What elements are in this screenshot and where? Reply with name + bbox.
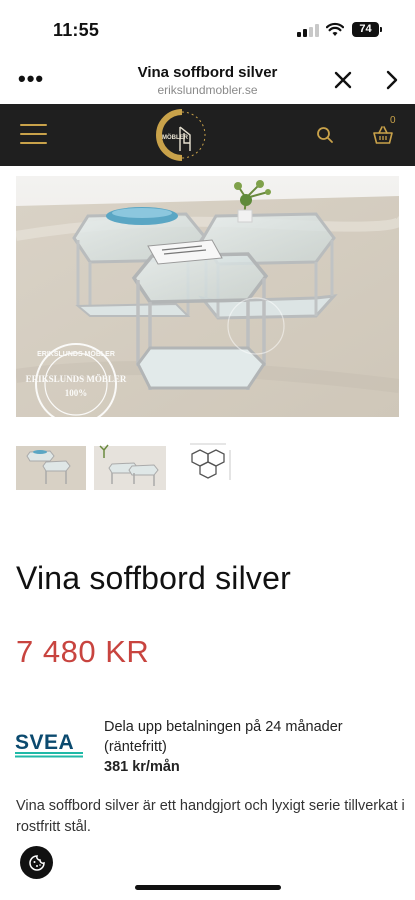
financing-line-2: (räntefritt) [104,739,167,755]
svea-logo: SVEA [15,731,83,758]
watermark-top-text: ERIKSLUNDS MÖBLER [37,349,115,358]
thumbnail-image[interactable] [94,436,166,496]
svea-logo-text: SVEA [15,731,74,754]
shopping-basket-icon[interactable] [372,125,394,145]
hamburger-menu-icon[interactable] [20,123,47,145]
logo-text: MÖBLER [162,134,189,141]
thumbnail-image[interactable] [16,436,86,496]
wifi-icon [326,22,344,36]
product-title: Vina soffbord silver [16,560,291,596]
search-icon[interactable] [316,126,334,144]
status-bar: 11:55 74 [0,0,415,56]
chevron-right-icon[interactable] [384,70,400,90]
cookie-icon [28,854,45,871]
cellular-signal-icon [297,24,319,37]
cookie-settings-button[interactable] [20,846,53,879]
browser-header: ••• Vina soffbord silver erikslundmobler… [0,56,415,104]
site-header: MÖBLER [0,104,415,166]
site-logo[interactable]: MÖBLER [150,107,214,163]
product-description: Vina soffbord silver är ett handgjort oc… [16,798,405,835]
thumbnail-image[interactable] [174,436,244,496]
status-time: 11:55 [53,20,100,40]
product-main-image[interactable]: ERIKSLUNDS MÖBLER ERIKSLUNDS MÖBLER 100% [16,176,399,417]
financing-info: Dela upp betalningen på 24 månader (ränt… [104,717,394,777]
watermark-middle-text: ERIKSLUNDS MÖBLER [26,374,127,384]
close-icon[interactable] [333,70,353,90]
watermark-bottom-text: 100% [65,388,88,398]
product-price: 7 480 KR [16,634,150,669]
home-indicator [135,885,281,890]
cart-count: 0 [390,115,396,126]
battery-indicator: 74 [352,22,382,37]
coffee-table-photo: ERIKSLUNDS MÖBLER ERIKSLUNDS MÖBLER 100% [16,176,399,417]
financing-monthly-amount: 381 kr/mån [104,759,180,775]
financing-line-1: Dela upp betalningen på 24 månader [104,719,343,735]
